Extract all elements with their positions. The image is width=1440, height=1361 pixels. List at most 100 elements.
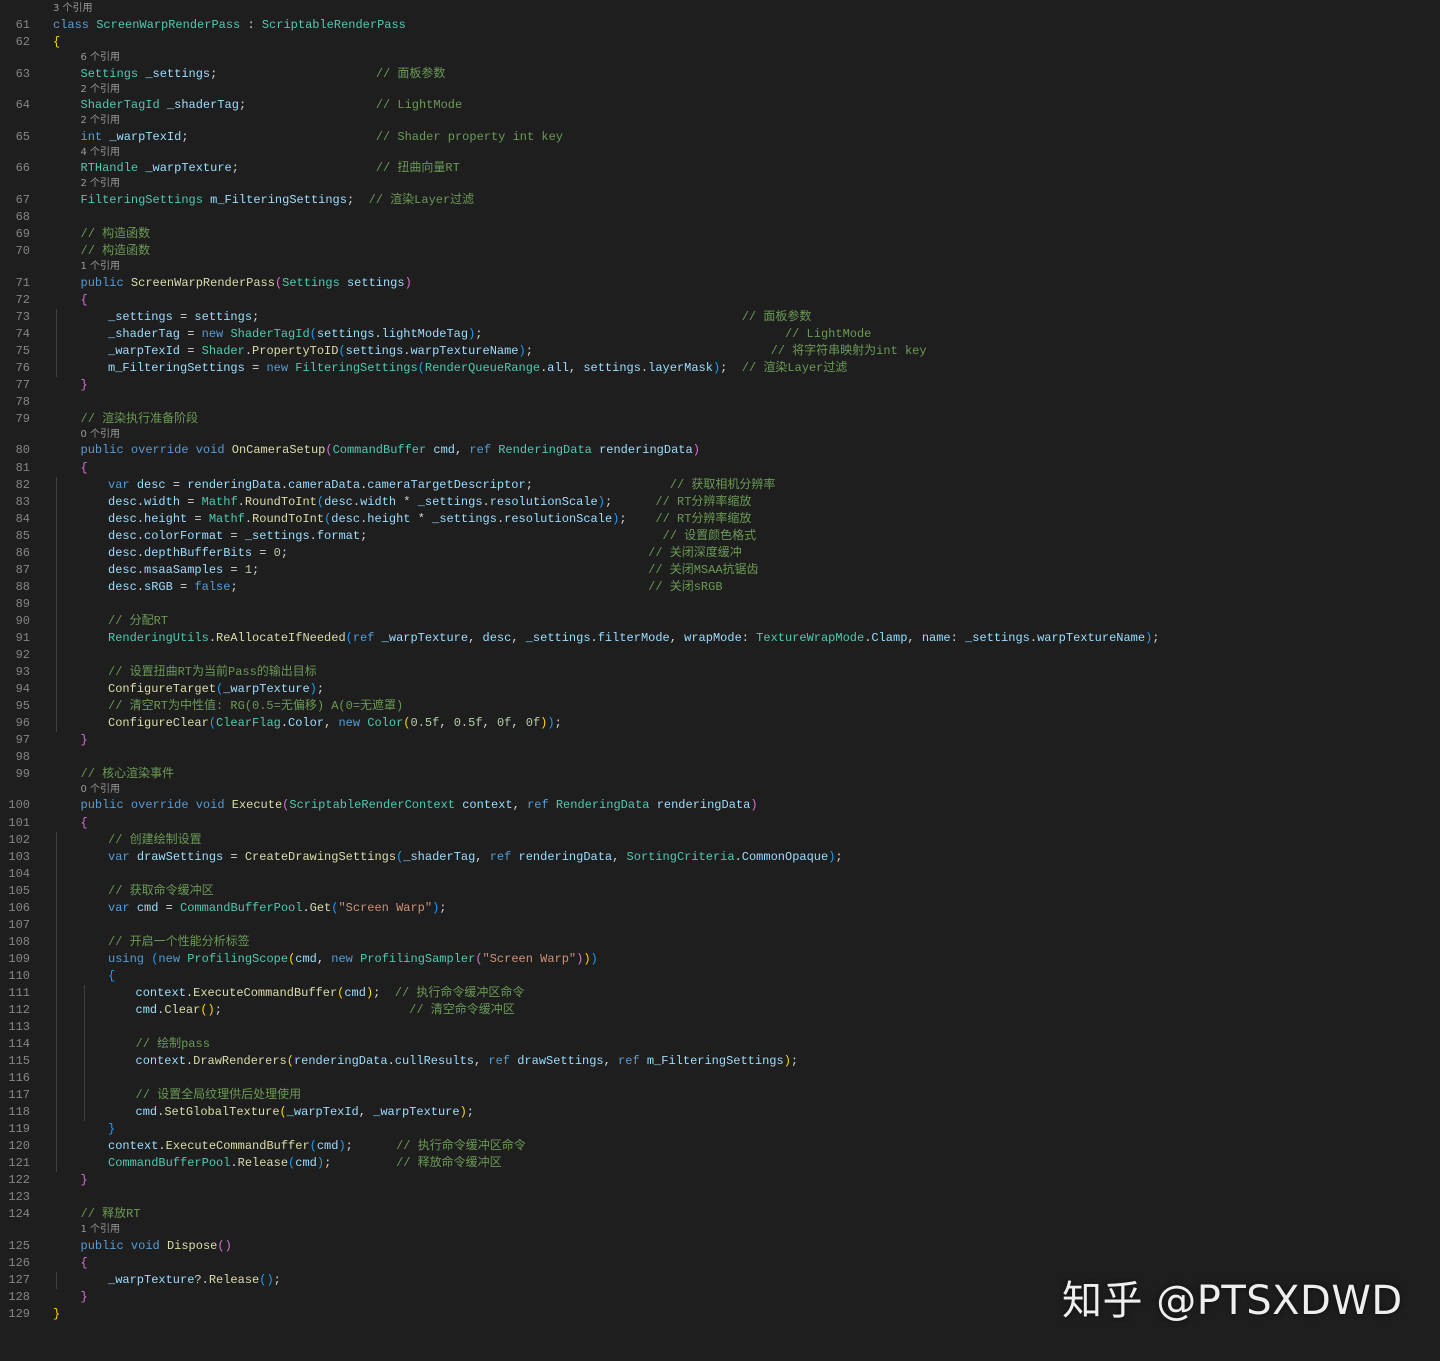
code-line[interactable]: 97} xyxy=(0,732,1440,749)
code-line[interactable]: 90 // 分配RT xyxy=(0,613,1440,630)
code-line[interactable]: 126 { xyxy=(0,1255,1440,1272)
code-line[interactable]: 81 { xyxy=(0,460,1440,477)
code-line[interactable]: 87 desc.msaaSamples = 1; // 关闭MSAA抗锯齿 xyxy=(0,562,1440,579)
code-line[interactable]: 123 xyxy=(0,1189,1440,1206)
code-line[interactable]: 61 class ScreenWarpRenderPass : Scriptabl… xyxy=(0,17,1440,34)
code-line[interactable]: 103 var drawSettings = CreateDrawingSetti… xyxy=(0,849,1440,866)
codelens-reference-count[interactable]: 2 个引用 xyxy=(0,83,1440,96)
code-line[interactable]: 88 desc.sRGB = false; // 关闭sRGB xyxy=(0,579,1440,596)
code-token: msaaSamples xyxy=(144,562,224,577)
code-line[interactable]: 67 FilteringSettings m_FilteringSettings;… xyxy=(0,192,1440,209)
code-line[interactable]: 110 { xyxy=(0,968,1440,985)
line-number: 111 xyxy=(8,985,30,1000)
code-line[interactable]: 102 // 创建绘制设置 xyxy=(0,832,1440,849)
code-line[interactable]: 64 ShaderTagId _shaderTag; // LightMode xyxy=(0,97,1440,114)
code-line[interactable]: 118 cmd.SetGlobalTexture(_warpTexId, _war… xyxy=(0,1104,1440,1121)
codelens-reference-count[interactable]: 3 个引用 xyxy=(0,2,1440,15)
code-token: ExecuteCommandBuffer xyxy=(165,1138,310,1153)
code-line[interactable]: 105 // 获取命令缓冲区 xyxy=(0,883,1440,900)
code-line[interactable]: 76 m_FilteringSettings = new FilteringSet… xyxy=(0,360,1440,377)
code-token: // 关闭深度缓冲 xyxy=(648,545,742,560)
codelens-reference-count[interactable]: 2 个引用 xyxy=(0,177,1440,190)
codelens-reference-count[interactable]: 0 个引用 xyxy=(0,428,1440,441)
code-line[interactable]: 117 // 设置全局纹理供后处理使用 xyxy=(0,1087,1440,1104)
code-line[interactable]: 80 public override void OnCameraSetup(Com… xyxy=(0,442,1440,459)
code-line[interactable]: 91 RenderingUtils.ReAllocateIfNeeded(ref … xyxy=(0,630,1440,647)
line-number: 101 xyxy=(8,815,30,830)
code-line[interactable]: 77} xyxy=(0,377,1440,394)
codelens-reference-count[interactable]: 1 个引用 xyxy=(0,1223,1440,1236)
code-line[interactable]: 72 { xyxy=(0,292,1440,309)
code-line[interactable]: 62 { xyxy=(0,34,1440,51)
code-line[interactable]: 104 xyxy=(0,866,1440,883)
code-line[interactable]: 99 // 核心渲染事件 xyxy=(0,766,1440,783)
codelens-reference-count[interactable]: 1 个引用 xyxy=(0,260,1440,273)
code-line[interactable]: 114 // 绘制pass xyxy=(0,1036,1440,1053)
code-token: _warpTexture xyxy=(381,630,469,645)
code-line[interactable]: 95 // 清空RT为中性值: RG(0.5=无偏移) A(0=无遮罩) xyxy=(0,698,1440,715)
code-line[interactable]: 94 ConfigureTarget(_warpTexture); xyxy=(0,681,1440,698)
code-line[interactable]: 93 // 设置扭曲RT为当前Pass的输出目标 xyxy=(0,664,1440,681)
code-token: = xyxy=(165,477,188,492)
code-line[interactable]: 85 desc.colorFormat = _settings.format; /… xyxy=(0,528,1440,545)
code-line[interactable]: 122} xyxy=(0,1172,1440,1189)
code-token: // 执行命令缓冲区命令 xyxy=(396,1138,526,1153)
code-line[interactable]: 84 desc.height = Mathf.RoundToInt(desc.he… xyxy=(0,511,1440,528)
code-token: desc xyxy=(136,477,166,492)
code-line[interactable]: 79 // 渲染执行准备阶段 xyxy=(0,411,1440,428)
code-line[interactable]: 106 var cmd = CommandBufferPool.Get("Scre… xyxy=(0,900,1440,917)
code-line[interactable]: 116 xyxy=(0,1070,1440,1087)
code-line[interactable]: 109 using (new ProfilingScope(cmd, new Pr… xyxy=(0,951,1440,968)
code-token: , xyxy=(568,360,584,375)
codelens-reference-count[interactable]: 6 个引用 xyxy=(0,51,1440,64)
code-line[interactable]: 74 _shaderTag = new ShaderTagId(settings.… xyxy=(0,326,1440,343)
code-line[interactable]: 119} xyxy=(0,1121,1440,1138)
code-line[interactable]: 98 xyxy=(0,749,1440,766)
code-line[interactable]: 112 cmd.Clear(); // 清空命令缓冲区 xyxy=(0,1002,1440,1019)
code-line[interactable]: 68 xyxy=(0,209,1440,226)
code-token: renderingData xyxy=(656,798,751,813)
code-line[interactable]: 70 // 构造函数 xyxy=(0,243,1440,260)
code-line[interactable]: 121 CommandBufferPool.Release(cmd); // 释放… xyxy=(0,1155,1440,1172)
code-line[interactable]: 124 // 释放RT xyxy=(0,1206,1440,1223)
code-line[interactable]: 71 public ScreenWarpRenderPass(Settings s… xyxy=(0,275,1440,292)
code-line[interactable]: 108 // 开启一个性能分析标签 xyxy=(0,934,1440,951)
code-editor[interactable]: 3 个引用 61 class ScreenWarpRenderPass : Scri… xyxy=(0,0,1440,1361)
code-line[interactable]: 111 context.ExecuteCommandBuffer(cmd); //… xyxy=(0,985,1440,1002)
code-token: ; xyxy=(210,66,376,81)
code-line[interactable]: 69 // 构造函数 xyxy=(0,226,1440,243)
code-line[interactable]: 82 var desc = renderingData.cameraData.ca… xyxy=(0,477,1440,494)
code-text: // 绘制pass xyxy=(136,1036,210,1053)
code-token: lightModeTag xyxy=(381,326,469,341)
code-line[interactable]: 65 int _warpTexId; // Shader property int… xyxy=(0,129,1440,146)
code-line[interactable]: 100 public override void Execute(Scriptab… xyxy=(0,797,1440,814)
code-line[interactable]: 120 context.ExecuteCommandBuffer(cmd); //… xyxy=(0,1138,1440,1155)
code-line[interactable]: 115 context.DrawRenderers(renderingData.c… xyxy=(0,1053,1440,1070)
code-line[interactable]: 92 xyxy=(0,647,1440,664)
code-line[interactable]: 125 public void Dispose() xyxy=(0,1238,1440,1255)
code-line[interactable]: 78 xyxy=(0,394,1440,411)
codelens-reference-count[interactable]: 2 个引用 xyxy=(0,114,1440,127)
line-number: 95 xyxy=(15,698,30,713)
code-token: warpTextureName xyxy=(1037,630,1146,645)
codelens-reference-count[interactable]: 0 个引用 xyxy=(0,783,1440,796)
reference-count-label: 6 个引用 xyxy=(80,51,121,63)
code-line[interactable]: 96 ConfigureClear(ClearFlag.Color, new Co… xyxy=(0,715,1440,732)
code-line[interactable]: 83 desc.width = Mathf.RoundToInt(desc.wid… xyxy=(0,494,1440,511)
code-line[interactable]: 89 xyxy=(0,596,1440,613)
code-token: _settings xyxy=(145,66,211,81)
code-token: ShaderTagId xyxy=(80,98,160,113)
code-line[interactable]: 107 xyxy=(0,917,1440,934)
code-line[interactable]: 75 _warpTexId = Shader.PropertyToID(setti… xyxy=(0,343,1440,360)
codelens-reference-count[interactable]: 4 个引用 xyxy=(0,146,1440,159)
code-line[interactable]: 101 { xyxy=(0,815,1440,832)
code-line[interactable]: 63 Settings _settings; // 面板参数 xyxy=(0,66,1440,83)
code-line[interactable]: 66 RTHandle _warpTexture; // 扭曲向量RT xyxy=(0,160,1440,177)
code-line[interactable]: 113 xyxy=(0,1019,1440,1036)
code-token: . xyxy=(352,494,361,509)
code-line[interactable]: 86 desc.depthBufferBits = 0; // 关闭深度缓冲 xyxy=(0,545,1440,562)
code-line[interactable]: 73 _settings = settings; // 面板参数 xyxy=(0,309,1440,326)
code-token: . xyxy=(136,528,145,543)
